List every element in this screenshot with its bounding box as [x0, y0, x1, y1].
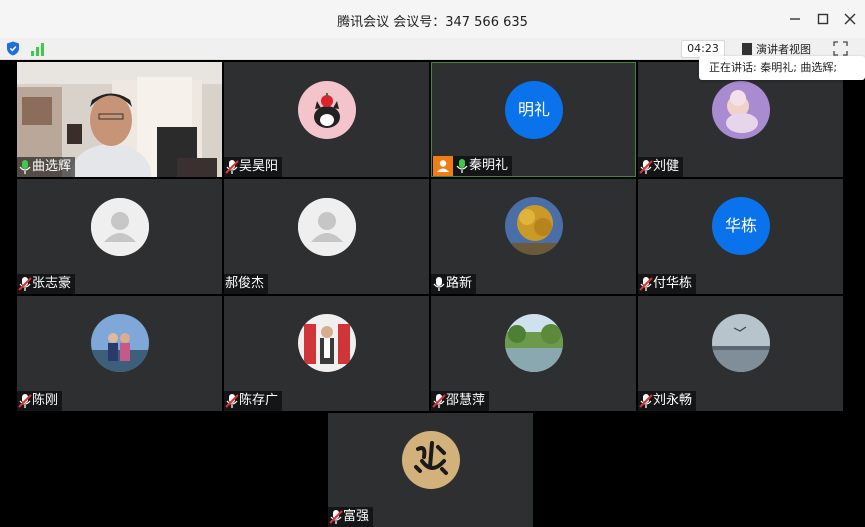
participant-name-tag: 陈存广 — [224, 391, 283, 411]
participant-name-tag: 张志豪 — [17, 274, 76, 294]
muted-microphone-icon — [329, 510, 343, 524]
window-title: 腾讯会议 会议号：347 566 635 — [337, 15, 528, 30]
muted-microphone-icon — [18, 394, 32, 408]
muted-microphone-icon — [432, 394, 446, 408]
fullscreen-icon[interactable] — [833, 41, 848, 56]
participant-tile[interactable]: 陈存广 — [224, 296, 429, 411]
participant-name-tag: 陈刚 — [17, 391, 63, 411]
muted-microphone-icon — [639, 160, 653, 174]
participant-avatar — [298, 81, 356, 139]
participant-avatar — [298, 314, 356, 372]
participant-tile[interactable]: 曲选辉 — [17, 62, 222, 177]
muted-microphone-icon — [225, 160, 239, 174]
title-bar: 腾讯会议 会议号：347 566 635 — [0, 0, 865, 38]
participant-name: 曲选辉 — [32, 159, 72, 174]
participant-name-tag: 邵慧萍 — [431, 391, 490, 411]
default-avatar-icon — [91, 198, 149, 256]
muted-microphone-icon — [639, 394, 653, 408]
participant-tile[interactable]: 明礼 秦明礼 — [431, 62, 636, 177]
participant-name-tag: 富强 — [328, 507, 374, 527]
participant-avatar: 明礼 — [505, 81, 563, 139]
participant-name-tag: 秦明礼 — [432, 156, 513, 176]
muted-microphone-icon — [639, 277, 653, 291]
participant-tile[interactable]: 邵慧萍 — [431, 296, 636, 411]
default-avatar-icon — [298, 198, 356, 256]
participant-tile[interactable]: 华栋 付华栋 — [638, 179, 843, 294]
participant-tile[interactable]: 吴昊阳 — [224, 62, 429, 177]
participant-avatar — [91, 314, 149, 372]
layout-icon — [742, 43, 752, 55]
muted-microphone-icon — [225, 394, 239, 408]
participant-tile[interactable]: 郝俊杰 — [224, 179, 429, 294]
speaker-view-label: 演讲者视图 — [756, 43, 811, 56]
participant-name: 张志豪 — [32, 276, 72, 291]
participant-name-tag: 路新 — [431, 274, 477, 294]
participant-name: 刘永畅 — [653, 393, 693, 408]
minimize-icon[interactable] — [787, 11, 803, 27]
participant-name: 郝俊杰 — [225, 276, 265, 291]
participant-name: 刘健 — [653, 159, 680, 174]
participant-name-tag: 刘永畅 — [638, 391, 697, 411]
participant-avatar — [712, 81, 770, 139]
participant-avatar — [505, 314, 563, 372]
participant-tile[interactable]: 张志豪 — [17, 179, 222, 294]
participant-name-tag: 曲选辉 — [17, 157, 76, 177]
participant-name: 富强 — [343, 509, 370, 524]
participant-name-tag: 付华栋 — [638, 274, 697, 294]
participant-tile[interactable]: 路新 — [431, 179, 636, 294]
participant-name-tag: 吴昊阳 — [224, 157, 283, 177]
participant-name: 吴昊阳 — [239, 159, 279, 174]
participant-tile[interactable]: 富强 — [328, 413, 533, 527]
participant-name: 秦明礼 — [469, 158, 509, 173]
microphone-icon — [433, 277, 445, 291]
muted-microphone-icon — [18, 277, 32, 291]
signal-icon[interactable] — [30, 42, 46, 56]
host-icon — [433, 156, 453, 176]
close-icon[interactable] — [842, 11, 858, 27]
participant-name: 路新 — [446, 276, 473, 291]
participant-name: 陈存广 — [239, 393, 279, 408]
participant-tile[interactable]: 陈刚 — [17, 296, 222, 411]
participant-name: 陈刚 — [32, 393, 59, 408]
participant-avatar: 华栋 — [712, 197, 770, 255]
microphone-icon — [456, 159, 468, 173]
participant-avatar — [712, 314, 770, 372]
microphone-icon — [19, 160, 31, 174]
participant-name: 付华栋 — [653, 276, 693, 291]
shield-icon[interactable] — [6, 41, 20, 56]
participant-name-tag: 郝俊杰 — [224, 274, 269, 294]
participant-avatar — [505, 197, 563, 255]
participant-avatar — [402, 431, 460, 489]
speaker-view-button[interactable]: 演讲者视图 — [742, 41, 811, 57]
participant-name: 邵慧萍 — [446, 393, 486, 408]
participant-tile[interactable]: 刘永畅 — [638, 296, 843, 411]
maximize-icon[interactable] — [815, 11, 831, 27]
active-speaker-tooltip: 正在讲话: 秦明礼; 曲选辉; — [699, 56, 865, 80]
participant-name-tag: 刘健 — [638, 157, 684, 177]
meeting-window: 腾讯会议 会议号：347 566 635 04:23 演讲者视图 曲选辉 吴昊阳… — [0, 0, 865, 527]
